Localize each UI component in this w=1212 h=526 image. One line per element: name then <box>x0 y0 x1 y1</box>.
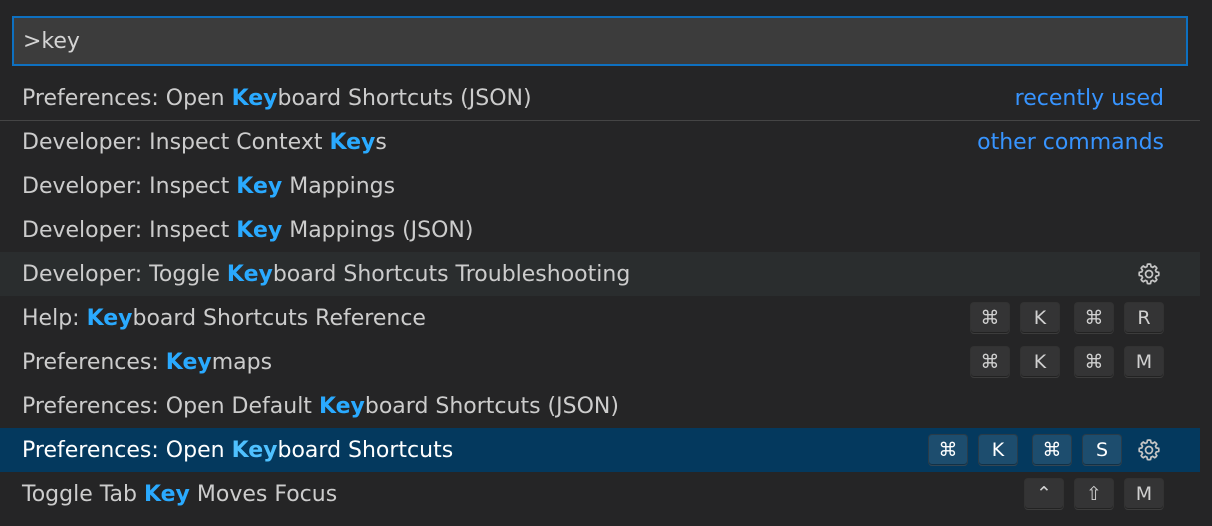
command-item[interactable]: Preferences: Key maps ⌘ K ⌘ M <box>0 340 1200 384</box>
match-highlight: Key <box>231 437 278 463</box>
keybinding: ⌃ ⇧ M <box>1024 478 1164 510</box>
match-highlight: Key <box>236 217 283 243</box>
key-cap: ⌘ <box>1074 302 1114 334</box>
key-cap: ⌘ <box>928 434 968 466</box>
key-cap: S <box>1082 434 1122 466</box>
keybinding: ⌘ K ⌘ S <box>928 434 1122 466</box>
command-label: Developer: Inspect Key Mappings (JSON) <box>22 218 1164 243</box>
key-cap: ⌘ <box>970 302 1010 334</box>
key-chord: ⌘ K <box>928 434 1018 466</box>
match-highlight: Key <box>143 481 190 507</box>
key-chord: ⌘ K <box>970 346 1060 378</box>
command-item[interactable]: Preferences: Open Key board Shortcuts ⌘ K ⌘ S <box>0 428 1200 472</box>
command-label-text: Help: <box>22 305 87 331</box>
command-item[interactable]: Developer: Inspect Key Mappings <box>0 164 1200 208</box>
command-label-text: maps <box>211 349 273 375</box>
key-cap: R <box>1124 302 1164 334</box>
key-cap: ⌘ <box>1032 434 1072 466</box>
command-label-text: Preferences: Open <box>22 85 232 111</box>
command-label-text: board Shortcuts Troubleshooting <box>272 261 631 287</box>
keybinding: ⌘ K ⌘ M <box>970 346 1164 378</box>
command-label: Developer: Toggle Key board Shortcuts Tro… <box>22 262 1122 287</box>
command-list: Preferences: Open Key board Shortcuts (JS… <box>0 76 1200 516</box>
match-highlight: Key <box>165 349 212 375</box>
command-label-text: board Shortcuts <box>277 437 454 463</box>
key-chord: ⌘ S <box>1032 434 1122 466</box>
command-label-text: board Shortcuts (JSON) <box>364 393 619 419</box>
match-highlight: Key <box>226 261 273 287</box>
command-item[interactable]: Help: Key board Shortcuts Reference ⌘ K ⌘ R <box>0 296 1200 340</box>
search-box <box>12 16 1188 66</box>
key-cap: M <box>1124 478 1164 510</box>
match-highlight: Key <box>231 85 278 111</box>
command-label-text: Developer: Inspect <box>22 217 237 243</box>
command-label-text: board Shortcuts (JSON) <box>277 85 532 111</box>
key-cap: ⌘ <box>970 346 1010 378</box>
command-label: Toggle Tab Key Moves Focus <box>22 482 1024 507</box>
command-label-text: Moves Focus <box>189 481 338 507</box>
command-label-text: Preferences: <box>22 349 166 375</box>
command-label-text: Developer: Inspect <box>22 173 237 199</box>
match-highlight: Key <box>318 393 365 419</box>
key-cap: ⌃ <box>1024 478 1064 510</box>
command-label-text: s <box>375 130 387 155</box>
key-chord: ⌘ M <box>1074 346 1164 378</box>
key-cap: K <box>978 434 1018 466</box>
gear-icon[interactable] <box>1134 435 1164 465</box>
command-palette: Preferences: Open Keyboard Shortcuts (JS… <box>0 0 1200 522</box>
gear-icon[interactable] <box>1134 259 1164 289</box>
key-chord: ⌘ R <box>1074 302 1164 334</box>
command-label: Developer: Inspect Key Mappings <box>22 174 1164 199</box>
match-highlight: Key <box>329 130 376 155</box>
key-cap: M <box>1124 346 1164 378</box>
command-label: Preferences: Open Key board Shortcuts (JS… <box>22 86 995 111</box>
group-label: recently used <box>1014 85 1164 111</box>
key-chord: ⌃ ⇧ M <box>1024 478 1164 510</box>
key-chord: ⌘ K <box>970 302 1060 334</box>
command-label-text: Preferences: Open <box>22 437 232 463</box>
command-label-text: Developer: Toggle <box>22 261 227 287</box>
command-label: Developer: Inspect Context Key s <box>22 130 957 155</box>
command-label-text: Preferences: Open Default <box>22 393 319 419</box>
command-item[interactable]: Developer: Toggle Key board Shortcuts Tro… <box>0 252 1200 296</box>
command-label-text: Toggle Tab <box>22 481 144 507</box>
command-label: Help: Key board Shortcuts Reference <box>22 306 970 331</box>
command-label: Preferences: Key maps <box>22 350 970 375</box>
command-search-input[interactable] <box>14 18 1186 64</box>
command-item[interactable]: Developer: Inspect Context Key s other com… <box>0 120 1200 164</box>
command-item[interactable]: Developer: Inspect Key Mappings (JSON) <box>0 208 1200 252</box>
command-label-text: Mappings <box>282 173 396 199</box>
command-label-text: board Shortcuts Reference <box>132 305 426 331</box>
key-cap: ⇧ <box>1074 478 1114 510</box>
command-item[interactable]: Preferences: Open Key board Shortcuts (JS… <box>0 76 1200 120</box>
command-label-text: Developer: Inspect Context <box>22 130 330 155</box>
key-cap: K <box>1020 346 1060 378</box>
match-highlight: Key <box>86 305 133 331</box>
key-cap: K <box>1020 302 1060 334</box>
command-item[interactable]: Preferences: Open Default Key board Short… <box>0 384 1200 428</box>
command-label-text: Mappings (JSON) <box>282 217 474 243</box>
match-highlight: Key <box>236 173 283 199</box>
group-label: other commands <box>977 130 1164 155</box>
command-label: Preferences: Open Key board Shortcuts <box>22 438 928 463</box>
command-label: Preferences: Open Default Key board Short… <box>22 394 1164 419</box>
key-cap: ⌘ <box>1074 346 1114 378</box>
command-item[interactable]: Toggle Tab Key Moves Focus ⌃ ⇧ M <box>0 472 1200 516</box>
keybinding: ⌘ K ⌘ R <box>970 302 1164 334</box>
